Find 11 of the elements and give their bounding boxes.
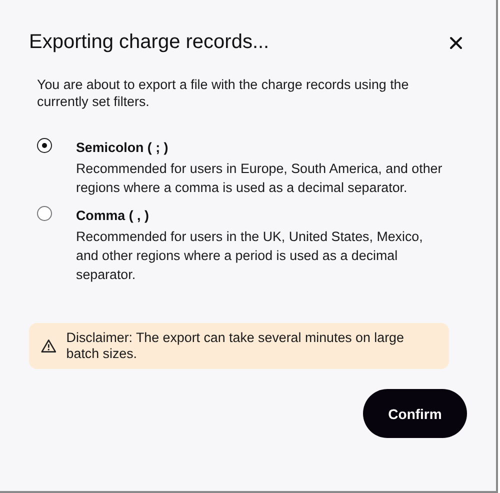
disclaimer-text: Disclaimer: The export can take several minutes on large batch sizes.: [66, 330, 405, 362]
warning-icon: [41, 338, 56, 354]
radio-button[interactable]: [37, 138, 52, 153]
intro-text: You are about to export a file with the charge records using the currently set filters.: [37, 76, 410, 110]
dialog-title: Exporting charge records...: [29, 31, 270, 54]
option-label: Comma ( , ): [76, 207, 150, 225]
option-label: Semicolon ( ; ): [76, 139, 170, 157]
option-description: Recommended for users in the UK, United States, Mexico, and other regions where a period is used as a decimal separator.: [76, 228, 424, 284]
confirm-button[interactable]: Confirm: [363, 389, 467, 438]
option-description: Recommended for users in Europe, South America, and other regions where a comma is used as a decimal separator.: [76, 160, 444, 197]
radio-button[interactable]: [37, 206, 52, 221]
